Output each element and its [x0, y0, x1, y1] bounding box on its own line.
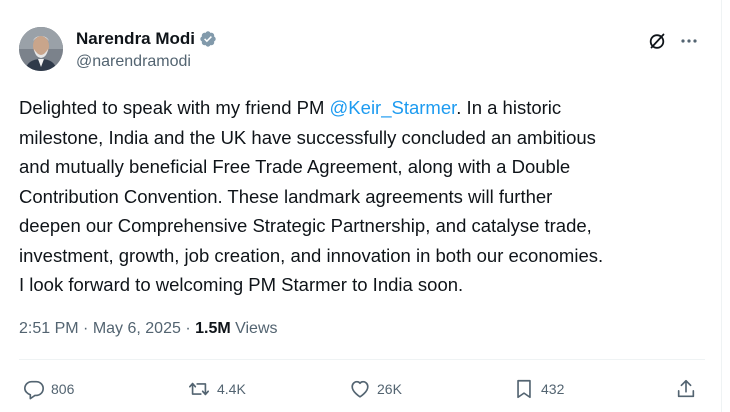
mention-link[interactable]: @Keir_Starmer — [330, 97, 457, 118]
tweet-line: I look forward to welcoming PM Starmer t… — [19, 274, 464, 295]
tweet-line: Contribution Convention. These landmark … — [19, 185, 553, 207]
reply-button[interactable]: 806 — [23, 378, 74, 400]
meta-separator: · — [78, 320, 93, 337]
avatar[interactable] — [19, 27, 63, 71]
author-name-row[interactable]: Narendra Modi — [76, 29, 217, 49]
display-name[interactable]: Narendra Modi — [76, 29, 195, 49]
bookmark-icon — [517, 379, 531, 399]
tweet-text-segment: Delighted to speak with my friend PM — [19, 97, 330, 118]
reply-icon — [24, 380, 44, 400]
tweet-text: Delighted to speak with my friend PM @Ke… — [19, 93, 709, 300]
divider — [19, 359, 705, 360]
tweet-line: and mutually beneficial Free Trade Agree… — [19, 156, 571, 177]
meta-separator: · — [180, 320, 196, 337]
bookmark-button[interactable]: 432 — [513, 378, 564, 400]
tweet-line: deepen our Comprehensive Strategic Partn… — [19, 215, 592, 236]
verified-badge-icon — [200, 31, 216, 47]
tweet-date[interactable]: May 6, 2025 — [93, 320, 181, 337]
like-count: 26K — [377, 381, 402, 397]
avatar-image — [19, 27, 63, 71]
like-button[interactable]: 26K — [349, 378, 402, 400]
repost-icon — [189, 382, 209, 396]
tweet-time[interactable]: 2:51 PM — [19, 320, 79, 337]
views-count: 1.5M — [195, 320, 231, 337]
repost-button[interactable]: 4.4K — [187, 378, 246, 400]
tweet-top-actions — [647, 31, 699, 51]
author-info: Narendra Modi @narendramodi — [76, 29, 217, 72]
tweet-line: Delighted to speak with my friend PM @Ke… — [19, 93, 709, 123]
repost-count: 4.4K — [217, 381, 246, 397]
tweet-text-segment: . In a historic — [456, 97, 562, 118]
share-button[interactable] — [675, 378, 697, 400]
reply-count: 806 — [51, 381, 75, 397]
author-handle[interactable]: @narendramodi — [76, 52, 217, 72]
like-icon — [351, 380, 369, 398]
tweet-meta: 2:51 PM · May 6, 2025 · 1.5M Views — [19, 318, 278, 340]
share-icon — [677, 379, 695, 398]
grok-icon[interactable] — [647, 31, 667, 51]
tweet-line: milestone, India and the UK have success… — [19, 126, 596, 148]
tweet-line: investment, growth, job creation, and in… — [19, 244, 604, 266]
views-label: Views — [230, 320, 278, 337]
bookmark-count: 432 — [541, 381, 565, 397]
tweet-card: Narendra Modi @narendramodi Delighted to… — [0, 0, 722, 412]
more-icon[interactable] — [679, 31, 699, 51]
tweet-actions: 806 4.4K 26K 432 — [19, 378, 705, 404]
